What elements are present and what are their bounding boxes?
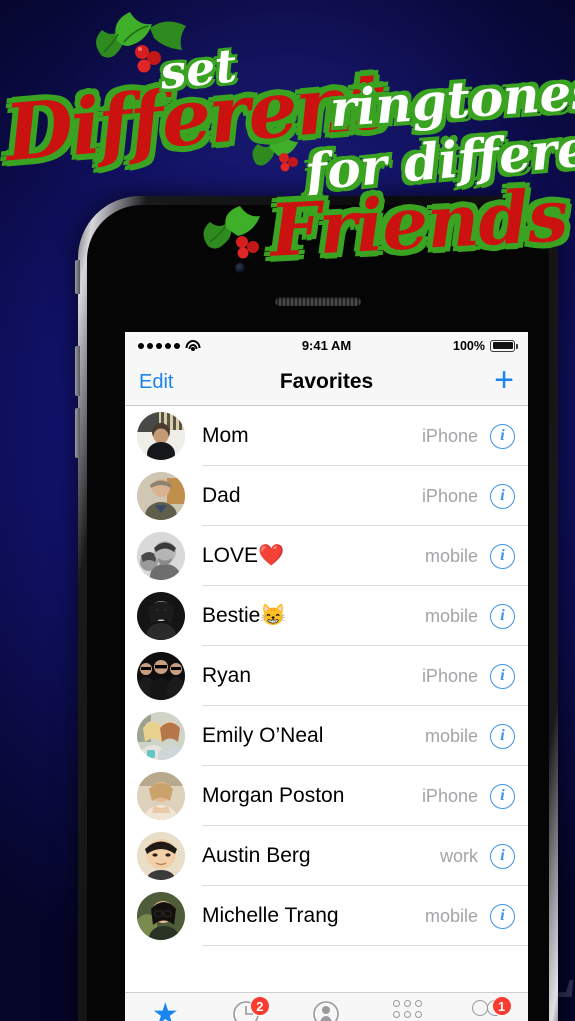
contact-name: Austin Berg [202, 844, 311, 867]
phone-screen: 9:41 AM 100% Edit Favorites + Mom iPhone… [125, 332, 528, 1021]
info-icon[interactable]: i [490, 543, 515, 569]
contact-row-austin[interactable]: Austin Berg work i [125, 826, 528, 886]
avatar [137, 712, 185, 760]
recents-badge: 2 [249, 996, 270, 1016]
avatar [137, 832, 185, 880]
contact-name: Mom [202, 424, 249, 447]
contact-label: iPhone [421, 665, 478, 686]
contact-row-michelle[interactable]: Michelle Trang mobile i [125, 886, 528, 946]
iphone-device: 9:41 AM 100% Edit Favorites + Mom iPhone… [75, 196, 558, 1021]
avatar [137, 532, 185, 580]
edit-button[interactable]: Edit [139, 371, 173, 394]
avatar [137, 772, 185, 820]
avatar [137, 412, 185, 460]
info-icon[interactable]: i [490, 843, 515, 869]
contact-label: iPhone [421, 485, 478, 506]
status-bar: 9:41 AM 100% [125, 332, 528, 359]
volume-down-button[interactable] [75, 408, 80, 458]
info-icon[interactable]: i [490, 663, 515, 689]
info-icon[interactable]: i [490, 423, 515, 449]
avatar [137, 892, 185, 940]
status-left [138, 340, 200, 351]
info-icon[interactable]: i [490, 783, 515, 809]
voicemail-badge: 1 [491, 996, 512, 1016]
contact-name: Dad [202, 484, 241, 507]
contact-name: Bestie😸 [202, 604, 287, 627]
contact-row-ryan[interactable]: Ryan iPhone i [125, 646, 528, 706]
contact-row-bestie[interactable]: Bestie😸 mobile i [125, 586, 528, 646]
person-icon [313, 1001, 340, 1021]
info-icon[interactable]: i [490, 603, 515, 629]
contact-label: iPhone [421, 425, 478, 446]
contact-name: Ryan [202, 664, 252, 687]
earpiece-speaker [275, 297, 361, 306]
contact-label: mobile [424, 905, 478, 926]
star-icon: ★ [151, 998, 179, 1021]
battery-percent-label: 100% [453, 338, 485, 353]
page-title: Favorites [279, 370, 374, 393]
tab-contacts[interactable] [286, 1000, 367, 1021]
contact-label: mobile [424, 725, 478, 746]
contact-label: iPhone [421, 785, 478, 806]
tab-bar: ★ 2 1 [125, 992, 528, 1021]
tab-recents[interactable]: 2 [206, 996, 287, 1021]
navigation-bar: Edit Favorites + [125, 359, 528, 406]
status-right: 100% [453, 338, 518, 353]
add-favorite-button[interactable]: + [494, 363, 514, 397]
avatar [137, 652, 185, 700]
battery-icon [490, 339, 518, 352]
signal-strength-icon [138, 342, 180, 349]
contact-row-love[interactable]: LOVE❤️ mobile i [125, 526, 528, 586]
contact-row-emily[interactable]: Emily O’Neal mobile i [125, 706, 528, 766]
contact-row-dad[interactable]: Dad iPhone i [125, 466, 528, 526]
avatar [137, 592, 185, 640]
contact-name: Emily O’Neal [202, 724, 324, 747]
avatar [137, 472, 185, 520]
contact-name: Morgan Poston [202, 784, 345, 807]
info-icon[interactable]: i [490, 483, 515, 509]
front-camera-icon [235, 263, 245, 273]
info-icon[interactable]: i [490, 903, 515, 929]
tab-keypad[interactable] [367, 1000, 448, 1021]
tab-voicemail[interactable]: 1 [447, 996, 528, 1016]
contact-label: mobile [424, 545, 478, 566]
contact-name: LOVE❤️ [202, 544, 285, 567]
volume-up-button[interactable] [75, 346, 80, 396]
keypad-icon [392, 1000, 422, 1021]
contact-name: Michelle Trang [202, 904, 339, 927]
status-time: 9:41 AM [301, 338, 352, 353]
contact-label: work [439, 845, 478, 866]
tab-favorites[interactable]: ★ [125, 1000, 206, 1021]
contact-row-morgan[interactable]: Morgan Poston iPhone i [125, 766, 528, 826]
contact-row-mom[interactable]: Mom iPhone i [125, 406, 528, 466]
info-icon[interactable]: i [490, 723, 515, 749]
contact-label: mobile [424, 605, 478, 626]
wifi-icon [185, 340, 200, 351]
mute-switch[interactable] [75, 260, 80, 294]
favorites-list[interactable]: Mom iPhone i Dad iPhone i LOVE❤️ mobile … [125, 406, 528, 992]
